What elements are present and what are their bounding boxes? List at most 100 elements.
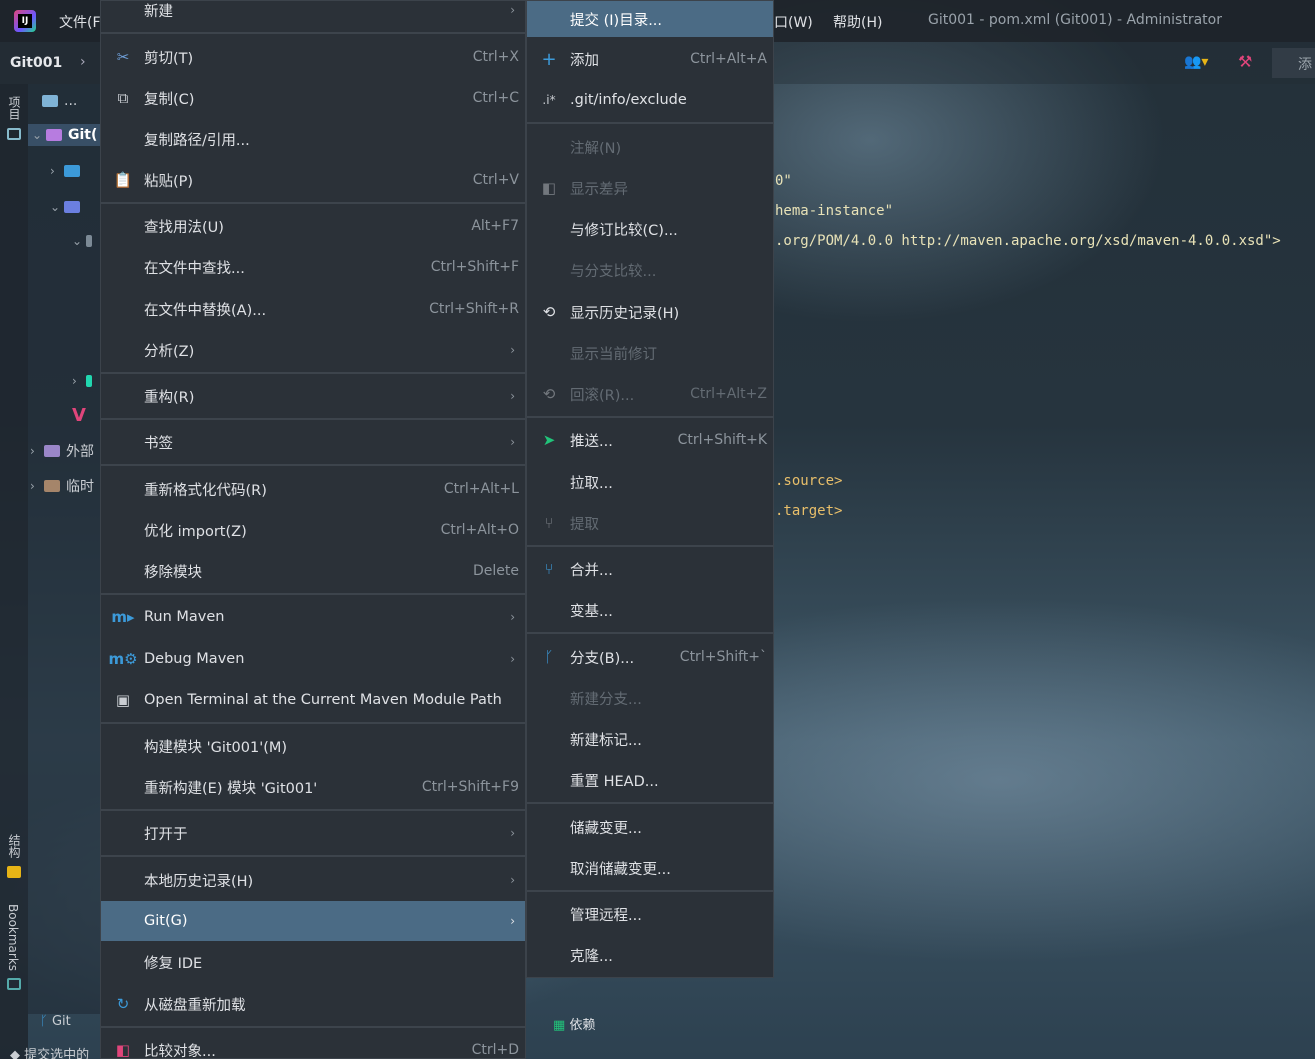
users-icon[interactable]: 👥▾ xyxy=(1184,54,1208,70)
menu-item-reload-from-disk[interactable]: ↻ 从磁盘重新加载 xyxy=(101,985,525,1023)
tree-item-target[interactable]: › xyxy=(72,370,98,392)
menu-item-bookmarks[interactable]: 书签 › xyxy=(101,423,525,461)
menu-item-copy[interactable]: ⧉ 复制(C) Ctrl+C xyxy=(101,79,525,117)
menu-item-open-terminal[interactable]: ▣ Open Terminal at the Current Maven Mod… xyxy=(101,681,525,719)
git-item-add[interactable]: + 添加 Ctrl+Alt+A xyxy=(527,40,773,78)
git-item-reset-head[interactable]: 重置 HEAD... xyxy=(527,761,773,799)
add-configuration-button[interactable]: 添 xyxy=(1272,48,1315,78)
git-item-annotate[interactable]: 注解(N) xyxy=(527,128,773,166)
chevron-right-icon[interactable]: › xyxy=(30,479,44,493)
menu-item-label: 显示历史记录(H) xyxy=(570,305,680,322)
git-item-new-tag[interactable]: 新建标记... xyxy=(527,720,773,758)
tree-toolbar-row[interactable]: ... xyxy=(42,90,77,112)
tree-item-scratch[interactable]: › 临时 xyxy=(30,475,94,497)
clipboard-icon: 📋 xyxy=(113,171,133,189)
structure-icon[interactable] xyxy=(7,866,21,878)
menu-item-debug-maven[interactable]: m⚙ Debug Maven › xyxy=(101,640,525,678)
bookmarks-icon[interactable] xyxy=(7,978,21,990)
menu-window[interactable]: 口(W) xyxy=(774,12,813,32)
tree-item-main[interactable]: ⌄ xyxy=(72,230,98,252)
menu-item-build-module[interactable]: 构建模块 'Git001'(M) xyxy=(101,727,525,765)
git-item-show-history[interactable]: ⟲ 显示历史记录(H) xyxy=(527,293,773,331)
tree-item-root[interactable]: ⌄ Git( xyxy=(28,124,100,146)
tree-item-external[interactable]: › 外部 xyxy=(30,440,94,462)
git-item-show-diff[interactable]: ◧ 显示差异 xyxy=(527,169,773,207)
commit-selected-button[interactable]: ◆ 提交选中的 xyxy=(10,1044,89,1059)
git-item-new-branch[interactable]: 新建分支... xyxy=(527,679,773,717)
git-item-rebase[interactable]: 变基... xyxy=(527,591,773,629)
menu-item-remove-module[interactable]: 移除模块 Delete xyxy=(101,552,525,590)
git-item-clone[interactable]: 克隆... xyxy=(527,936,773,974)
menu-item-shortcut: Ctrl+Alt+L xyxy=(443,481,519,497)
code-line: 0" xyxy=(775,173,792,189)
menu-item-label: 修复 IDE xyxy=(144,955,203,972)
tree-item-pom[interactable]: V xyxy=(72,404,86,426)
project-name[interactable]: Git001 xyxy=(10,55,62,71)
module-folder-icon xyxy=(46,129,62,141)
tree-item-src[interactable]: ⌄ xyxy=(50,196,86,218)
project-tool-tab[interactable]: 项目 xyxy=(6,96,23,120)
menu-item-rebuild-module[interactable]: 重新构建(E) 模块 'Git001' Ctrl+Shift+F9 xyxy=(101,768,525,806)
chevron-right-icon[interactable]: › xyxy=(30,444,44,458)
project-header[interactable]: Git001 › xyxy=(0,42,100,84)
build-hammer-icon[interactable]: ⚒ xyxy=(1238,52,1252,71)
menu-item-copy-path[interactable]: 复制路径/引用... xyxy=(101,120,525,158)
menu-item-repair-ide[interactable]: 修复 IDE xyxy=(101,943,525,981)
refresh-icon: ↻ xyxy=(116,995,130,1013)
structure-tool-tab[interactable]: 结构 xyxy=(6,834,23,858)
git-item-stash[interactable]: 储藏变更... xyxy=(527,808,773,846)
git-item-commit-directory[interactable]: 提交 (I)目录... xyxy=(527,1,773,37)
chevron-down-icon[interactable]: ⌄ xyxy=(32,128,46,142)
menu-item-label: 合并... xyxy=(570,562,613,579)
menu-file[interactable]: 文件(F xyxy=(59,12,101,32)
git-item-fetch[interactable]: ⑂ 提取 xyxy=(527,504,773,542)
menu-item-open-in[interactable]: 打开于 › xyxy=(101,814,525,852)
menu-help[interactable]: 帮助(H) xyxy=(833,12,882,32)
menu-item-replace-in-files[interactable]: 在文件中替换(A)... Ctrl+Shift+R xyxy=(101,290,525,328)
menu-item-label: 克隆... xyxy=(570,948,613,965)
menu-item-run-maven[interactable]: m▸ Run Maven › xyxy=(101,598,525,636)
bookmarks-tool-tab[interactable]: Bookmarks xyxy=(6,904,20,971)
menu-item-new[interactable]: 新建 › xyxy=(101,0,525,29)
menu-item-find-usages[interactable]: 查找用法(U) Alt+F7 xyxy=(101,207,525,245)
merge-icon: ⑂ xyxy=(544,560,554,578)
menu-item-shortcut: Ctrl+Alt+Z xyxy=(690,386,767,402)
project-icon[interactable] xyxy=(7,128,21,140)
menu-separator xyxy=(101,593,525,595)
chevron-down-icon[interactable]: ⌄ xyxy=(50,200,64,214)
ignore-file-icon: .i* xyxy=(542,93,556,107)
chevron-right-icon[interactable]: › xyxy=(72,374,86,388)
git-item-pull[interactable]: 拉取... xyxy=(527,463,773,501)
git-item-manage-remotes[interactable]: 管理远程... xyxy=(527,895,773,933)
menu-item-local-history[interactable]: 本地历史记录(H) › xyxy=(101,861,525,899)
git-item-rollback[interactable]: ⟲ 回滚(R)... Ctrl+Alt+Z xyxy=(527,375,773,413)
menu-item-label: 显示差异 xyxy=(570,181,628,198)
menu-item-reformat[interactable]: 重新格式化代码(R) Ctrl+Alt+L xyxy=(101,470,525,508)
git-item-push[interactable]: ➤ 推送... Ctrl+Shift+K xyxy=(527,421,773,459)
menu-item-label: 注解(N) xyxy=(570,140,622,157)
git-item-unstash[interactable]: 取消储藏变更... xyxy=(527,849,773,887)
chevron-down-icon[interactable]: ⌄ xyxy=(72,234,86,248)
intellij-logo-icon[interactable]: IJ xyxy=(14,10,36,32)
menu-item-analyze[interactable]: 分析(Z) › xyxy=(101,331,525,369)
chevron-right-icon[interactable]: › xyxy=(50,164,64,178)
menu-item-label: 查找用法(U) xyxy=(144,219,224,236)
menu-item-paste[interactable]: 📋 粘贴(P) Ctrl+V xyxy=(101,161,525,199)
dependencies-tab[interactable]: ▦ 依赖 xyxy=(553,1014,595,1033)
chevron-right-icon[interactable]: › xyxy=(80,54,86,70)
menu-item-compare-with[interactable]: ◧ 比较对象... Ctrl+D xyxy=(101,1031,525,1059)
git-item-merge[interactable]: ⑂ 合并... xyxy=(527,550,773,588)
menu-item-refactor[interactable]: 重构(R) › xyxy=(101,377,525,415)
git-item-compare-branch[interactable]: 与分支比较... xyxy=(527,251,773,289)
menu-item-find-in-files[interactable]: 在文件中查找... Ctrl+Shift+F xyxy=(101,248,525,286)
menu-item-optimize-imports[interactable]: 优化 import(Z) Ctrl+Alt+O xyxy=(101,511,525,549)
menu-item-cut[interactable]: ✂ 剪切(T) Ctrl+X xyxy=(101,38,525,76)
git-tool-tab[interactable]: ᚴ Git xyxy=(40,1014,71,1029)
chevron-right-icon: › xyxy=(510,343,515,357)
git-item-show-current-revision[interactable]: 显示当前修订 xyxy=(527,334,773,372)
git-item-exclude[interactable]: .i* .git/info/exclude xyxy=(527,81,773,119)
tree-item-idea[interactable]: › xyxy=(50,160,86,182)
menu-item-git[interactable]: Git(G) › xyxy=(101,901,525,941)
git-item-branches[interactable]: ᚴ 分支(B)... Ctrl+Shift+` xyxy=(527,638,773,676)
git-item-compare-revision[interactable]: 与修订比较(C)... xyxy=(527,210,773,248)
